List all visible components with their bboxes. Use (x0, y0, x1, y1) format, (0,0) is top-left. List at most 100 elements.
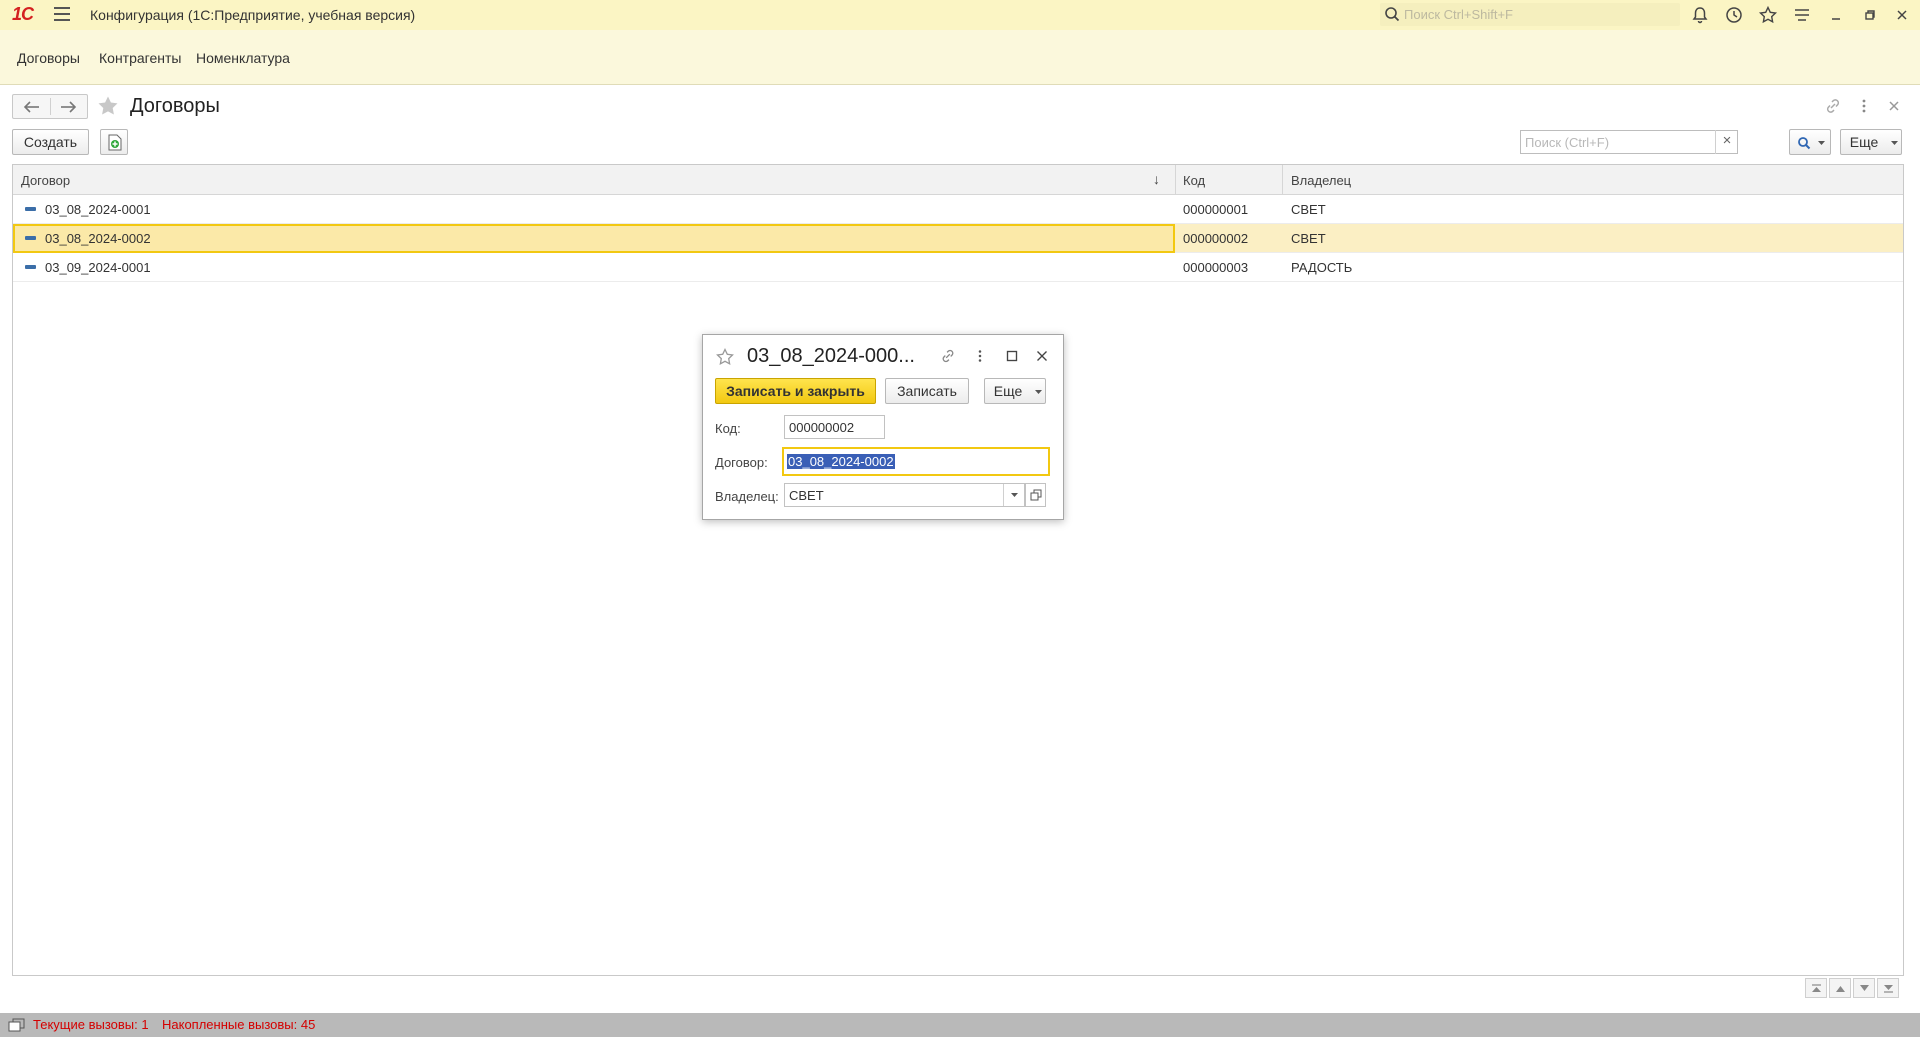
column-header-code[interactable]: Код (1183, 173, 1205, 188)
link-icon[interactable] (1823, 96, 1843, 116)
scroll-up-button[interactable] (1829, 978, 1851, 998)
current-cell-highlight (13, 224, 1175, 253)
cell-owner: РАДОСТЬ (1291, 260, 1353, 275)
search-options-button[interactable] (1789, 129, 1831, 155)
owner-label: Владелец: (715, 489, 779, 504)
current-calls-text[interactable]: Текущие вызовы: 1 (33, 1017, 149, 1032)
scroll-bottom-button[interactable] (1877, 978, 1899, 998)
dialog-more-label: Еще (993, 383, 1023, 399)
dialog-title: 03_08_2024-000... (747, 345, 915, 367)
global-search-placeholder: Поиск Ctrl+Shift+F (1404, 7, 1513, 22)
save-button[interactable]: Записать (885, 378, 969, 404)
dialog-more-button[interactable]: Еще (984, 378, 1046, 404)
code-field[interactable] (784, 415, 885, 439)
contract-field[interactable]: 03_08_2024-0002 (782, 447, 1050, 476)
sections-panel: Договоры Контрагенты Номенклатура (0, 30, 1920, 85)
main-menu-icon[interactable] (54, 7, 70, 21)
scroll-top-icon (1812, 984, 1821, 992)
more-actions-button[interactable]: Еще (1840, 129, 1902, 155)
code-label: Код: (715, 421, 741, 436)
list-search-input[interactable]: × (1520, 130, 1738, 154)
owner-value: СВЕТ (789, 488, 824, 503)
search-icon (1798, 137, 1811, 150)
table-row[interactable]: 03_08_2024-0001 000000001 СВЕТ (13, 195, 1903, 224)
contract-dialog: 03_08_2024-000... Записать и закрыть Зап… (702, 334, 1064, 520)
section-counterparties[interactable]: Контрагенты (99, 50, 181, 66)
contract-value-selected: 03_08_2024-0002 (787, 454, 895, 469)
nav-divider (50, 98, 51, 115)
functions-menu-icon[interactable] (1792, 5, 1812, 25)
chevron-up-icon (1836, 986, 1845, 992)
back-arrow-icon[interactable] (23, 100, 41, 114)
maximize-icon[interactable] (1003, 347, 1021, 365)
title-bar: 1С Конфигурация (1С:Предприятие, учебная… (0, 0, 1920, 30)
chevron-down-icon (1891, 141, 1898, 145)
windows-icon[interactable] (8, 1017, 26, 1033)
nav-buttons (12, 94, 88, 119)
app-logo: 1С (12, 4, 34, 24)
more-actions-label: Еще (1849, 134, 1879, 150)
scroll-down-button[interactable] (1853, 978, 1875, 998)
favorite-star-icon[interactable] (715, 347, 735, 367)
chevron-down-icon (1011, 493, 1018, 497)
cell-owner: СВЕТ (1291, 202, 1326, 217)
scroll-top-button[interactable] (1805, 978, 1827, 998)
add-document-icon (108, 134, 122, 151)
section-contracts[interactable]: Договоры (17, 50, 80, 66)
history-icon[interactable] (1724, 5, 1744, 25)
restore-icon[interactable] (1860, 5, 1880, 25)
contracts-table[interactable]: Договор ↓ Код Владелец 03_08_2024-0001 0… (12, 164, 1904, 976)
list-search-field[interactable] (1521, 131, 1711, 153)
cell-contract: 03_08_2024-0001 (45, 202, 151, 217)
owner-field[interactable]: СВЕТ (784, 483, 1025, 507)
table-row-selected[interactable]: 03_08_2024-0002 000000002 СВЕТ (13, 224, 1903, 253)
table-header: Договор ↓ Код Владелец (13, 165, 1903, 195)
cell-contract: 03_09_2024-0001 (45, 260, 151, 275)
favorites-star-icon[interactable] (1758, 5, 1778, 25)
app-title: Конфигурация (1С:Предприятие, учебная ве… (90, 7, 416, 23)
form-close-icon[interactable] (1884, 96, 1904, 116)
create-copy-button[interactable] (100, 129, 128, 155)
dialog-more-icon[interactable] (971, 347, 989, 365)
owner-open-button[interactable] (1025, 483, 1046, 507)
favorite-star-icon[interactable] (96, 94, 120, 118)
create-button[interactable]: Создать (12, 129, 89, 155)
cell-contract: 03_08_2024-0002 (45, 231, 151, 246)
minimize-icon[interactable] (1826, 5, 1846, 25)
chevron-down-icon (1035, 390, 1042, 394)
catalog-item-icon (25, 207, 36, 211)
close-icon[interactable] (1892, 5, 1912, 25)
scroll-bottom-icon (1884, 985, 1893, 993)
section-nomenclature[interactable]: Номенклатура (196, 50, 290, 66)
catalog-item-icon (25, 265, 36, 269)
page-title: Договоры (130, 95, 220, 117)
form-more-icon[interactable] (1854, 96, 1874, 116)
link-icon[interactable] (939, 347, 957, 365)
column-header-owner[interactable]: Владелец (1291, 173, 1351, 188)
open-icon (1030, 489, 1042, 501)
cell-code: 000000003 (1183, 260, 1249, 275)
column-header-contract[interactable]: Договор (21, 173, 70, 188)
status-bar: Текущие вызовы: 1 Накопленные вызовы: 45 (0, 1013, 1920, 1037)
clear-search-button[interactable]: × (1715, 130, 1738, 154)
owner-dropdown-button[interactable] (1003, 484, 1024, 506)
search-icon (1385, 7, 1400, 22)
column-divider[interactable] (1282, 165, 1283, 195)
table-row[interactable]: 03_09_2024-0001 000000003 РАДОСТЬ (13, 253, 1903, 282)
column-divider[interactable] (1175, 165, 1176, 195)
save-and-close-button[interactable]: Записать и закрыть (715, 378, 876, 404)
close-icon[interactable] (1033, 347, 1051, 365)
cell-code: 000000001 (1183, 202, 1249, 217)
cell-owner: СВЕТ (1291, 231, 1326, 246)
cell-code: 000000002 (1183, 231, 1249, 246)
bell-icon[interactable] (1690, 5, 1710, 25)
sort-desc-icon: ↓ (1153, 171, 1160, 187)
catalog-item-icon (25, 236, 36, 240)
code-input[interactable] (785, 416, 884, 438)
forward-arrow-icon[interactable] (59, 100, 77, 114)
chevron-down-icon (1860, 985, 1869, 991)
global-search-input[interactable]: Поиск Ctrl+Shift+F (1380, 3, 1680, 26)
chevron-down-icon (1818, 141, 1825, 145)
contract-label: Договор: (715, 455, 768, 470)
accumulated-calls-text[interactable]: Накопленные вызовы: 45 (162, 1017, 315, 1032)
